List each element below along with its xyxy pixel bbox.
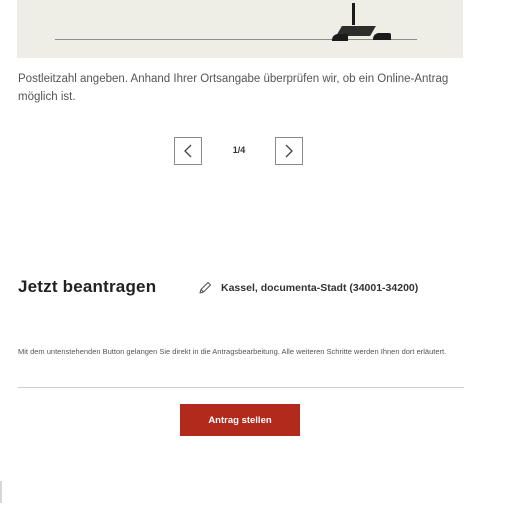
location-edit[interactable]: Kassel, documenta-Stadt (34001-34200): [197, 280, 418, 296]
chevron-right-icon: [285, 144, 293, 158]
info-text: Mit dem untenstehenden Button gelangen S…: [18, 347, 447, 356]
shoe-right: [373, 33, 391, 40]
slide-counter: 1/4: [232, 145, 246, 155]
apply-button[interactable]: Antrag stellen: [180, 404, 300, 436]
shoe-left: [332, 34, 348, 41]
ground-line: [55, 39, 417, 40]
pencil-icon: [199, 281, 212, 294]
slide-pager: 1/4: [174, 137, 306, 167]
edge-mark: [0, 481, 2, 503]
next-slide-button[interactable]: [275, 137, 303, 165]
location-text: Kassel, documenta-Stadt (34001-34200): [221, 282, 419, 294]
section-title: Jetzt beantragen: [18, 277, 157, 296]
illustration: [17, 0, 463, 58]
chevron-left-icon: [184, 144, 192, 158]
figure-leg: [352, 3, 355, 25]
divider: [18, 387, 464, 388]
prev-slide-button[interactable]: [174, 137, 202, 165]
intro-text: Postleitzahl angeben. Anhand Ihrer Ortsa…: [18, 73, 449, 103]
